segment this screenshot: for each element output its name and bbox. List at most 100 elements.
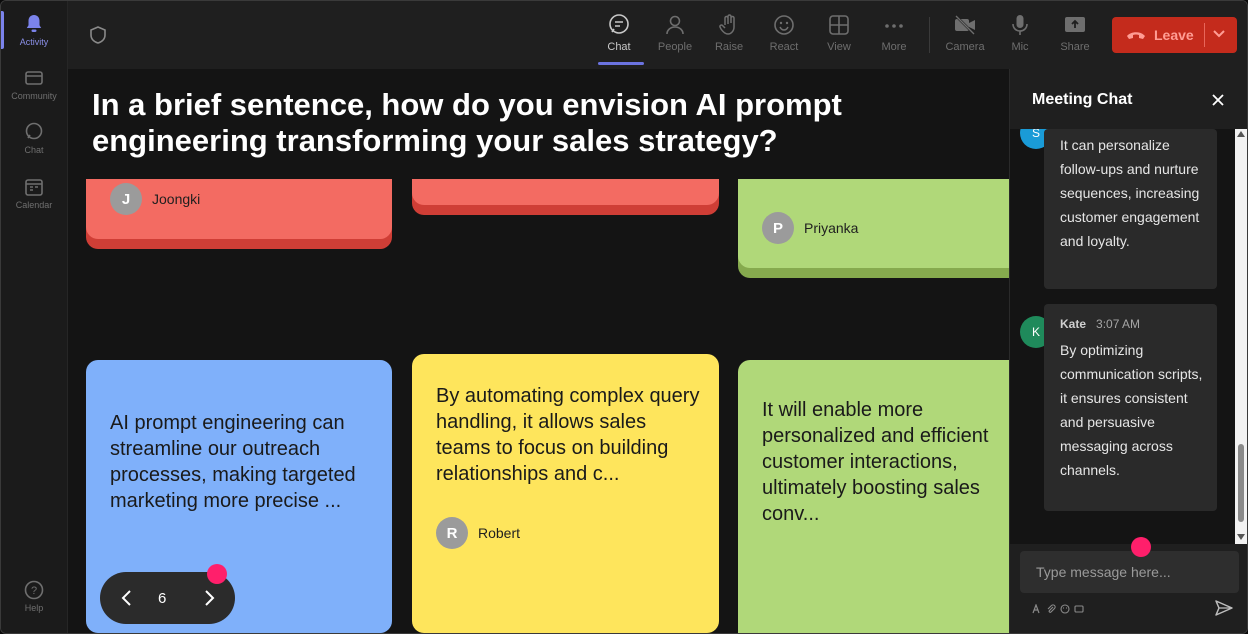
chat-icon (25, 122, 43, 140)
toolbar-button-label: Mic (1011, 41, 1029, 53)
shield-icon[interactable] (88, 25, 108, 45)
svg-text:?: ? (31, 585, 37, 597)
share-icon (1065, 17, 1085, 32)
toolbar-share-button[interactable]: Share (1051, 13, 1099, 53)
rail-item-community[interactable]: Community (1, 67, 67, 101)
hand-icon (719, 14, 735, 35)
help-icon: ? (24, 580, 44, 600)
chat-icon (609, 14, 629, 34)
camera-off-icon (955, 15, 975, 35)
toolbar-more-button[interactable]: More (870, 13, 918, 53)
author-name: Joongki (152, 191, 201, 207)
message-text: By optimizing communication scripts, it … (1060, 342, 1203, 478)
app-rail: Activity Community Chat Calendar ? Help (1, 1, 68, 633)
toolbar-button-label: View (827, 41, 851, 53)
message-text: It can personalize follow-ups and nurtur… (1060, 137, 1200, 249)
card-author: R Robert (436, 517, 520, 549)
question-header: In a brief sentence, how do you envision… (68, 69, 1009, 179)
avatar: J (110, 183, 142, 215)
avatar-initial: K (1031, 325, 1040, 339)
rail-item-chat[interactable]: Chat (1, 121, 67, 155)
chat-message: Kate 3:07 AM By optimizing communication … (1044, 304, 1217, 511)
avatar: P (762, 212, 794, 244)
toolbar-button-label: Raise (714, 41, 744, 53)
toolbar-divider (929, 17, 930, 53)
leave-divider (1204, 23, 1205, 47)
grid-icon (829, 15, 849, 35)
calendar-icon (25, 179, 43, 196)
community-icon (25, 71, 43, 85)
response-card[interactable]: It will enable more personalized and eff… (738, 360, 1009, 633)
toolbar-raise-button[interactable]: Raise (705, 13, 753, 53)
response-card[interactable]: By automating complex query handling, it… (412, 354, 719, 633)
meeting-window: Activity Community Chat Calendar ? Help … (0, 0, 1248, 634)
toolbar-view-button[interactable]: View (815, 13, 863, 53)
smile-icon (774, 15, 794, 35)
avatar: R (436, 517, 468, 549)
author-name: Robert (478, 525, 521, 541)
leave-label: Leave (1154, 27, 1194, 43)
meeting-chat-panel: Meeting Chat S It can personalize follow… (1009, 69, 1247, 633)
gif-icon[interactable] (1074, 604, 1084, 614)
chevron-down-icon[interactable] (1212, 29, 1226, 39)
people-icon (666, 15, 684, 35)
scroll-up-icon[interactable] (1237, 131, 1245, 137)
toolbar-chat-button[interactable]: Chat (595, 13, 643, 53)
message-meta: Kate 3:07 AM (1060, 312, 1205, 336)
chat-message: It can personalize follow-ups and nurtur… (1044, 129, 1217, 289)
card-text: AI prompt engineering can streamline our… (110, 412, 356, 512)
toolbar-mic-button[interactable]: Mic (996, 13, 1044, 53)
close-icon[interactable] (1210, 92, 1226, 108)
notification-dot (207, 564, 227, 584)
toolbar-people-button[interactable]: People (651, 13, 699, 53)
chevron-left-icon[interactable] (120, 589, 134, 607)
chat-message-input[interactable] (1020, 551, 1239, 593)
chevron-right-icon[interactable] (202, 589, 216, 607)
leave-button[interactable]: Leave (1112, 17, 1237, 53)
rail-item-label: Help (24, 603, 44, 613)
toolbar-button-label: People (657, 41, 693, 53)
rail-item-label: Activity (19, 37, 49, 47)
message-time: 3:07 AM (1096, 317, 1141, 331)
chat-title: Meeting Chat (1032, 91, 1133, 108)
chat-scrollbar[interactable] (1235, 129, 1247, 544)
toolbar-button-label: More (881, 41, 907, 53)
sender-name: Kate (1060, 317, 1087, 331)
bell-icon (26, 15, 42, 32)
format-icon[interactable] (1032, 604, 1042, 614)
notification-dot (1131, 537, 1151, 557)
chat-messages[interactable]: S It can personalize follow-ups and nurt… (1010, 129, 1247, 544)
format-toolbar (1032, 604, 1084, 614)
emoji-icon[interactable] (1060, 604, 1070, 614)
card-text: By automating complex query handling, it… (436, 385, 700, 485)
rail-item-help[interactable]: ? Help (1, 579, 67, 613)
mic-icon (1012, 15, 1028, 35)
hang-up-icon (1127, 32, 1145, 39)
rail-item-label: Calendar (15, 200, 53, 210)
card-author: J Joongki (110, 183, 200, 215)
toolbar-button-label: Chat (607, 41, 631, 53)
author-name: Priyanka (804, 220, 859, 236)
more-icon (885, 24, 903, 28)
toolbar-button-label: Camera (945, 41, 985, 53)
toolbar-camera-button[interactable]: Camera (941, 13, 989, 53)
card-author: P Priyanka (762, 212, 858, 244)
rail-item-calendar[interactable]: Calendar (1, 176, 67, 210)
toolbar-button-label: Share (1060, 41, 1090, 53)
toolbar-react-button[interactable]: React (760, 13, 808, 53)
board-question: In a brief sentence, how do you envision… (92, 87, 842, 158)
send-icon[interactable] (1214, 599, 1234, 617)
page-number: 6 (158, 590, 167, 607)
meeting-toolbar: Chat People Raise React View More Camera (68, 1, 1247, 69)
card-text: It will enable more personalized and eff… (762, 399, 989, 525)
scroll-down-icon[interactable] (1237, 534, 1245, 540)
brainstorm-board: J Joongki P Priyanka In a brief sentence… (68, 69, 1009, 633)
toolbar-button-label: React (769, 41, 799, 53)
rail-item-label: Community (11, 91, 57, 101)
rail-item-label: Chat (24, 145, 44, 155)
avatar-initial: S (1031, 129, 1040, 140)
scrollbar-thumb[interactable] (1238, 444, 1244, 522)
rail-item-activity[interactable]: Activity (1, 13, 67, 47)
attach-icon[interactable] (1046, 604, 1056, 614)
toolbar-active-indicator (598, 62, 644, 65)
